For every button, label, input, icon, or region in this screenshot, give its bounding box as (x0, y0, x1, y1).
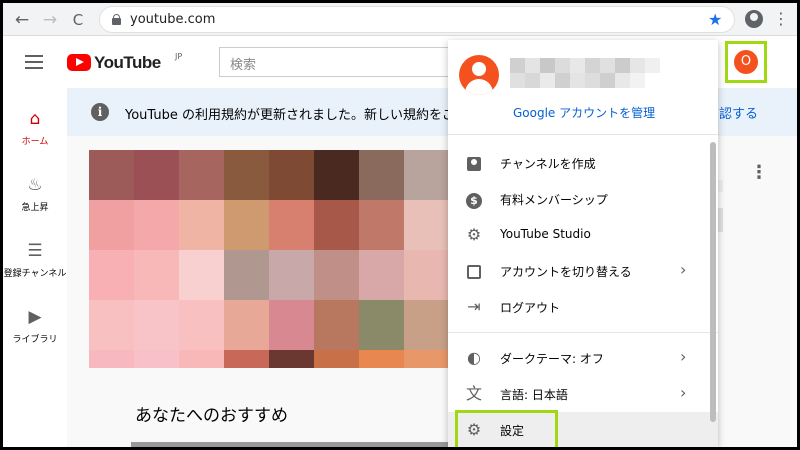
account-avatar-button[interactable]: O (725, 41, 767, 83)
fire-icon: ♨ (27, 175, 43, 195)
chevron-right-icon: › (680, 260, 687, 279)
account-avatar-icon (459, 55, 499, 95)
menu-item-label: アカウントを切り替える (500, 265, 632, 279)
sidebar-item-library[interactable]: ▶ ライブラリ (3, 306, 67, 345)
menu-item-label: ログアウト (500, 301, 561, 315)
menu-item-label: ダークテーマ: オフ (500, 352, 604, 366)
sidebar-item-label: ホーム (21, 137, 49, 147)
settings-highlight-box (455, 410, 558, 447)
sidebar-item-label: 急上昇 (21, 203, 49, 213)
menu-item-switch-account[interactable]: アカウントを切り替える › (448, 253, 718, 289)
menu-item-label: 有料メンバーシップ (500, 193, 608, 207)
url-text: youtube.com (130, 12, 216, 27)
video-thumbnail-row[interactable] (131, 442, 501, 447)
chevron-right-icon: › (680, 383, 687, 402)
logout-icon: ⇥ (467, 297, 481, 316)
person-box-icon (464, 153, 484, 173)
recommended-section-title: あなたへのおすすめ (135, 406, 288, 426)
sidebar-item-subscriptions[interactable]: ☰ 登録チャンネル (3, 240, 67, 279)
reload-icon[interactable]: C (67, 9, 89, 31)
account-menu-header: Google アカウントを管理 (448, 40, 718, 135)
left-navigation: ⌂ ホーム ♨ 急上昇 ☰ 登録チャンネル ▶ ライブラリ (3, 88, 67, 447)
browser-menu-icon[interactable]: ⋮ (773, 8, 789, 30)
menu-item-paid-memberships[interactable]: $ 有料メンバーシップ (448, 181, 718, 217)
sidebar-item-label: 登録チャンネル (3, 269, 67, 279)
notice-confirm-button[interactable]: 認する (719, 103, 758, 122)
search-placeholder: 検索 (230, 58, 257, 73)
chevron-right-icon: › (680, 347, 687, 366)
back-icon[interactable]: ← (11, 9, 33, 31)
sidebar-item-home[interactable]: ⌂ ホーム (3, 108, 67, 147)
menu-item-create-channel[interactable]: チャンネルを作成 (448, 145, 718, 181)
browser-window: ← → C youtube.com ★ ⋮ YouTube JP 検索 O ⌂ (3, 3, 797, 447)
logo-region: JP (175, 52, 183, 61)
menu-item-youtube-studio[interactable]: ⚙ YouTube Studio (448, 217, 718, 253)
lock-icon (112, 14, 121, 25)
bookmark-star-icon[interactable]: ★ (708, 10, 722, 29)
account-menu: Google アカウントを管理 チャンネルを作成 $ 有料メンバーシップ ⚙ Y… (448, 40, 718, 447)
library-icon: ▶ (28, 307, 42, 327)
dark-theme-icon: ◐ (467, 348, 481, 367)
blurred-thumbnail[interactable] (89, 150, 449, 368)
dollar-icon: $ (464, 189, 484, 209)
home-icon: ⌂ (29, 109, 41, 129)
manage-google-account-link[interactable]: Google アカウントを管理 (513, 104, 655, 121)
switch-account-icon (464, 261, 484, 281)
address-bar[interactable]: youtube.com ★ (99, 6, 735, 33)
sidebar-item-trending[interactable]: ♨ 急上昇 (3, 174, 67, 213)
info-icon: i (91, 103, 109, 121)
browser-toolbar: ← → C youtube.com ★ ⋮ (3, 3, 797, 36)
menu-divider (448, 332, 718, 333)
menu-item-dark-theme[interactable]: ◐ ダークテーマ: オフ › (448, 340, 718, 376)
menu-scrollbar[interactable] (710, 142, 716, 422)
logo-text: YouTube (94, 53, 161, 72)
menu-item-logout[interactable]: ⇥ ログアウト (448, 289, 718, 325)
sidebar-item-label: ライブラリ (12, 335, 58, 345)
search-input[interactable]: 検索 (219, 47, 449, 77)
play-icon (67, 54, 91, 71)
menu-item-label: チャンネルを作成 (500, 157, 596, 171)
gear-icon: ⚙ (466, 225, 482, 244)
translate-icon: 文 (465, 384, 482, 403)
subscriptions-icon: ☰ (27, 241, 43, 261)
menu-item-label: YouTube Studio (500, 227, 591, 241)
more-options-icon[interactable]: ⋮ (750, 162, 768, 183)
account-name-blurred (510, 58, 660, 88)
menu-item-label: 言語: 日本語 (500, 388, 568, 402)
avatar: O (734, 50, 758, 74)
hamburger-menu-icon[interactable] (25, 55, 43, 69)
menu-item-language[interactable]: 文 言語: 日本語 › (448, 376, 718, 412)
browser-profile-icon[interactable] (745, 10, 763, 28)
forward-icon[interactable]: → (39, 9, 61, 31)
